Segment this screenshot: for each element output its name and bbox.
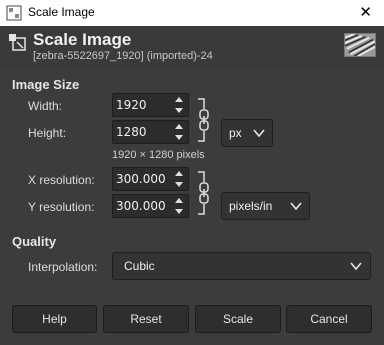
width-increment-icon[interactable] — [175, 97, 183, 102]
y-resolution-decrement-icon[interactable] — [175, 209, 183, 214]
x-resolution-decrement-icon[interactable] — [175, 182, 183, 187]
height-label: Height: — [28, 126, 67, 140]
x-resolution-label: X resolution: — [28, 173, 95, 187]
y-resolution-spinbox[interactable]: 300.000 — [112, 194, 189, 218]
height-spinbox[interactable]: 1280 — [112, 120, 189, 144]
cancel-button[interactable]: Cancel — [286, 305, 372, 333]
close-icon[interactable]: ✕ — [359, 3, 372, 21]
image-name: [zebra-5522697_1920] (imported)-24 — [33, 50, 213, 62]
help-button[interactable]: Help — [12, 305, 97, 333]
width-value[interactable]: 1920 — [116, 98, 147, 112]
gimp-app-icon — [6, 5, 22, 21]
height-decrement-icon[interactable] — [175, 135, 183, 140]
x-resolution-value[interactable]: 300.000 — [116, 172, 166, 186]
chevron-down-icon — [290, 202, 302, 211]
button-bar: Help Reset Scale Cancel — [0, 300, 384, 345]
resolution-chain-link-icon[interactable] — [195, 170, 211, 216]
width-label: Width: — [28, 99, 63, 113]
image-size-heading: Image Size — [12, 77, 80, 92]
x-resolution-increment-icon[interactable] — [175, 171, 183, 176]
chevron-down-icon — [350, 262, 362, 271]
window-title: Scale Image — [28, 5, 95, 19]
reset-button[interactable]: Reset — [103, 305, 189, 333]
scale-image-icon — [9, 34, 26, 51]
y-resolution-label: Y resolution: — [28, 200, 95, 214]
resolution-unit-value: pixels/in — [229, 199, 273, 213]
chevron-down-icon — [253, 129, 265, 138]
interpolation-value: Cubic — [124, 259, 155, 273]
scale-button[interactable]: Scale — [195, 305, 281, 333]
interpolation-dropdown[interactable]: Cubic — [112, 252, 371, 280]
quality-heading: Quality — [12, 234, 57, 249]
image-thumbnail — [344, 33, 376, 57]
size-chain-link-icon[interactable] — [195, 97, 211, 143]
dialog-header: Scale Image [zebra-5522697_1920] (import… — [0, 26, 384, 68]
width-spinbox[interactable]: 1920 — [112, 93, 189, 117]
unit-dropdown[interactable]: px — [221, 119, 273, 147]
window-titlebar[interactable]: Scale Image ✕ — [0, 0, 384, 26]
y-resolution-value[interactable]: 300.000 — [116, 199, 166, 213]
height-value[interactable]: 1280 — [116, 125, 147, 139]
unit-value: px — [229, 126, 242, 140]
dialog-title: Scale Image — [33, 30, 132, 49]
pixel-size-hint: 1920 × 1280 pixels — [112, 149, 205, 161]
height-increment-icon[interactable] — [175, 124, 183, 129]
interpolation-label: Interpolation: — [28, 260, 98, 274]
y-resolution-increment-icon[interactable] — [175, 198, 183, 203]
resolution-unit-dropdown[interactable]: pixels/in — [221, 192, 310, 220]
x-resolution-spinbox[interactable]: 300.000 — [112, 167, 189, 191]
width-decrement-icon[interactable] — [175, 108, 183, 113]
